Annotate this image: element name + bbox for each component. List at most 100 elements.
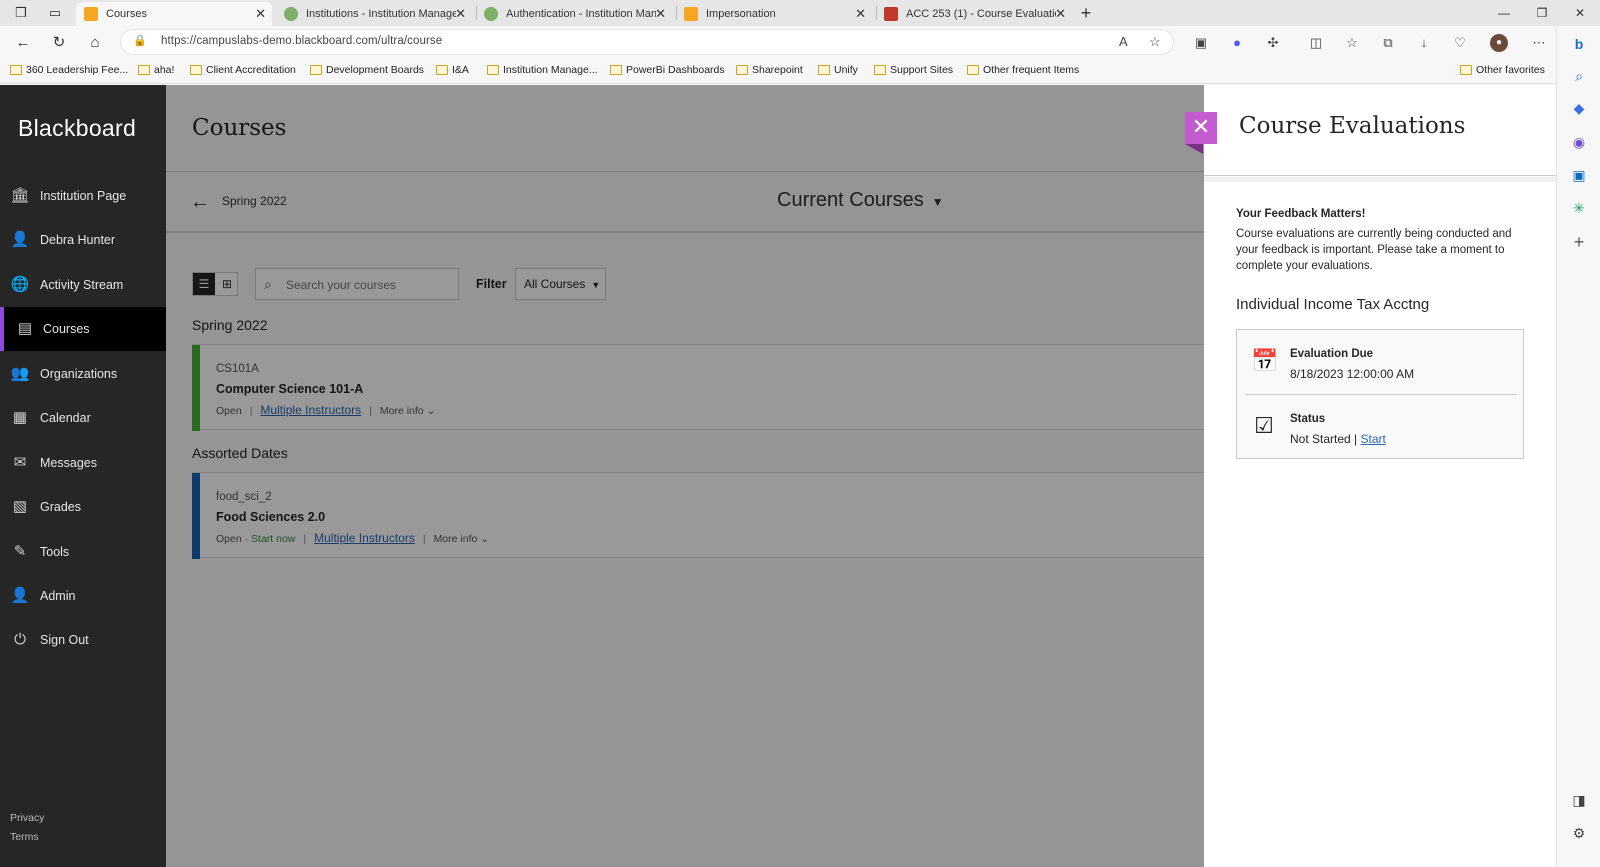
bookmark-folder[interactable]: Client Accreditation <box>190 64 296 76</box>
lock-icon[interactable]: 🔒 <box>133 34 147 47</box>
calendar-icon: 📅 <box>1251 348 1279 373</box>
tools-icon: ✎ <box>13 543 27 560</box>
bookmark-folder[interactable]: Sharepoint <box>736 64 803 76</box>
close-tab-icon[interactable]: ✕ <box>855 2 866 26</box>
extension-icon[interactable]: ● <box>1228 34 1246 52</box>
folder-icon <box>818 65 830 75</box>
sidebar-item-profile[interactable]: 👤 Debra Hunter <box>0 218 166 262</box>
folder-icon <box>967 65 979 75</box>
privacy-link[interactable]: Privacy <box>10 812 44 824</box>
course-evaluations-panel: Course Evaluations Your Feedback Matters… <box>1204 85 1556 867</box>
organizations-icon: 👥 <box>10 365 30 382</box>
browser-chrome: ❒ ▭ Courses ✕ Institutions - Institution… <box>0 0 1600 85</box>
sidebar-item-activity-stream[interactable]: 🌐 Activity Stream <box>0 263 166 307</box>
tab-authentication[interactable]: Authentication - Institution Man ✕ <box>476 2 672 26</box>
bookmark-folder[interactable]: Development Boards <box>310 64 424 76</box>
window-close-icon[interactable]: ✕ <box>1562 0 1598 26</box>
outlook-icon[interactable]: ▣ <box>1569 165 1589 185</box>
feedback-body: Course evaluations are currently being c… <box>1236 228 1512 272</box>
sidebar-item-calendar[interactable]: ▦ Calendar <box>0 396 166 440</box>
close-tab-icon[interactable]: ✕ <box>255 2 266 26</box>
bookmark-folder[interactable]: PowerBi Dashboards <box>610 64 725 76</box>
folder-icon <box>138 65 150 75</box>
start-evaluation-link[interactable]: Start <box>1361 432 1386 446</box>
bookmark-folder[interactable]: 360 Leadership Fee... <box>10 64 128 76</box>
bookmark-folder[interactable]: Unify <box>818 64 858 76</box>
campuslabs-favicon-icon <box>484 7 498 21</box>
new-tab-icon[interactable]: + <box>1077 4 1095 22</box>
tab-bar: ❒ ▭ Courses ✕ Institutions - Institution… <box>0 0 1600 26</box>
user-icon: 👤 <box>10 231 30 248</box>
blackboard-logo[interactable]: Blackboard <box>18 115 136 142</box>
collections-icon[interactable]: ⧉ <box>1379 34 1397 52</box>
close-tab-icon[interactable]: ✕ <box>1055 2 1066 26</box>
bookmark-folder[interactable]: Support Sites <box>874 64 953 76</box>
tools-app-icon[interactable]: ✳ <box>1569 198 1589 218</box>
folder-icon <box>190 65 202 75</box>
folder-icon <box>10 65 22 75</box>
address-bar[interactable]: 🔒 https://campuslabs-demo.blackboard.com… <box>120 29 1174 55</box>
workspaces-icon[interactable]: ❒ <box>12 4 30 22</box>
tab-institutions[interactable]: Institutions - Institution Manager ✕ <box>276 2 472 26</box>
folder-icon <box>736 65 748 75</box>
hide-sidebar-icon[interactable]: ◨ <box>1569 790 1589 810</box>
modal-overlay[interactable] <box>166 85 1204 867</box>
sidebar-item-admin[interactable]: 👤 Admin <box>0 574 166 618</box>
read-aloud-icon[interactable]: A <box>1119 34 1128 49</box>
restore-icon[interactable]: ❐ <box>1524 0 1560 26</box>
courses-icon: ▤ <box>17 320 33 337</box>
folder-icon <box>487 65 499 75</box>
close-icon: ✕ <box>1191 114 1211 139</box>
split-screen-icon[interactable]: ◫ <box>1307 34 1325 52</box>
tab-impersonation[interactable]: Impersonation ✕ <box>676 2 872 26</box>
grades-icon: ▧ <box>12 498 28 515</box>
evaluation-course-name: Individual Income Tax Acctng <box>1236 296 1430 313</box>
bookmark-folder[interactable]: I&A <box>436 64 469 76</box>
back-icon[interactable]: ← <box>13 33 33 53</box>
extensions-puzzle-icon[interactable]: ✣ <box>1264 34 1282 52</box>
sidebar-item-institution-page[interactable]: 🏛 Institution Page <box>0 174 166 218</box>
evaluation-status-row: ☑ Status Not Started | Start <box>1237 395 1525 459</box>
sidebar-item-tools[interactable]: ✎ Tools <box>0 530 166 574</box>
refresh-icon[interactable]: ↻ <box>49 33 69 53</box>
url-text[interactable]: https://campuslabs-demo.blackboard.com/u… <box>161 35 442 47</box>
blackboard-sidebar: Blackboard 🏛 Institution Page 👤 Debra Hu… <box>0 85 166 867</box>
browser-essentials-icon[interactable]: ♡ <box>1451 34 1469 52</box>
sidebar-item-sign-out[interactable]: ⏻ Sign Out <box>0 618 166 662</box>
bookmark-folder[interactable]: Institution Manage... <box>487 64 598 76</box>
sidebar-settings-icon[interactable]: ⚙ <box>1569 823 1589 843</box>
shopping-icon[interactable]: ◆ <box>1569 98 1589 118</box>
profile-avatar-icon[interactable]: ● <box>1490 34 1508 52</box>
home-icon[interactable]: ⌂ <box>85 33 105 53</box>
close-panel-button[interactable]: ✕ <box>1185 112 1217 144</box>
panel-title: Course Evaluations <box>1239 113 1466 139</box>
terms-link[interactable]: Terms <box>10 831 39 843</box>
downloads-icon[interactable]: ↓ <box>1415 34 1433 52</box>
checkbox-checked-icon: ☑ <box>1254 413 1274 438</box>
other-favorites[interactable]: Other favorites <box>1460 64 1545 76</box>
sidebar-item-organizations[interactable]: 👥 Organizations <box>0 352 166 396</box>
close-tab-icon[interactable]: ✕ <box>655 2 666 26</box>
tab-courses[interactable]: Courses ✕ <box>76 2 272 26</box>
tab-course-evaluations[interactable]: ACC 253 (1) - Course Evaluations ✕ <box>876 2 1072 26</box>
search-icon[interactable]: ⌕ <box>1569 66 1589 86</box>
sidebar-item-messages[interactable]: ✉ Messages <box>0 441 166 485</box>
status-value: Not Started | Start <box>1290 432 1386 446</box>
sidebar-item-grades[interactable]: ▧ Grades <box>0 485 166 529</box>
extension-icon[interactable]: ▣ <box>1192 34 1210 52</box>
bing-copilot-icon[interactable]: b <box>1569 34 1589 54</box>
sidebar-item-courses[interactable]: ▤ Courses <box>0 307 166 351</box>
campuslabs-favicon-icon <box>284 7 298 21</box>
favorite-star-icon[interactable]: ☆ <box>1149 34 1161 50</box>
more-menu-icon[interactable]: ⋯ <box>1530 34 1548 52</box>
add-app-icon[interactable]: + <box>1569 232 1589 252</box>
bookmarks-bar: 360 Leadership Fee... aha! Client Accred… <box>0 58 1600 84</box>
favorites-icon[interactable]: ☆ <box>1343 34 1361 52</box>
minimize-icon[interactable]: — <box>1486 0 1522 26</box>
bookmark-folder[interactable]: aha! <box>138 64 174 76</box>
office-icon[interactable]: ◉ <box>1569 132 1589 152</box>
close-tab-icon[interactable]: ✕ <box>455 2 466 26</box>
envelope-icon: ✉ <box>13 454 27 471</box>
tab-actions-icon[interactable]: ▭ <box>46 4 64 22</box>
bookmark-folder[interactable]: Other frequent Items <box>967 64 1079 76</box>
